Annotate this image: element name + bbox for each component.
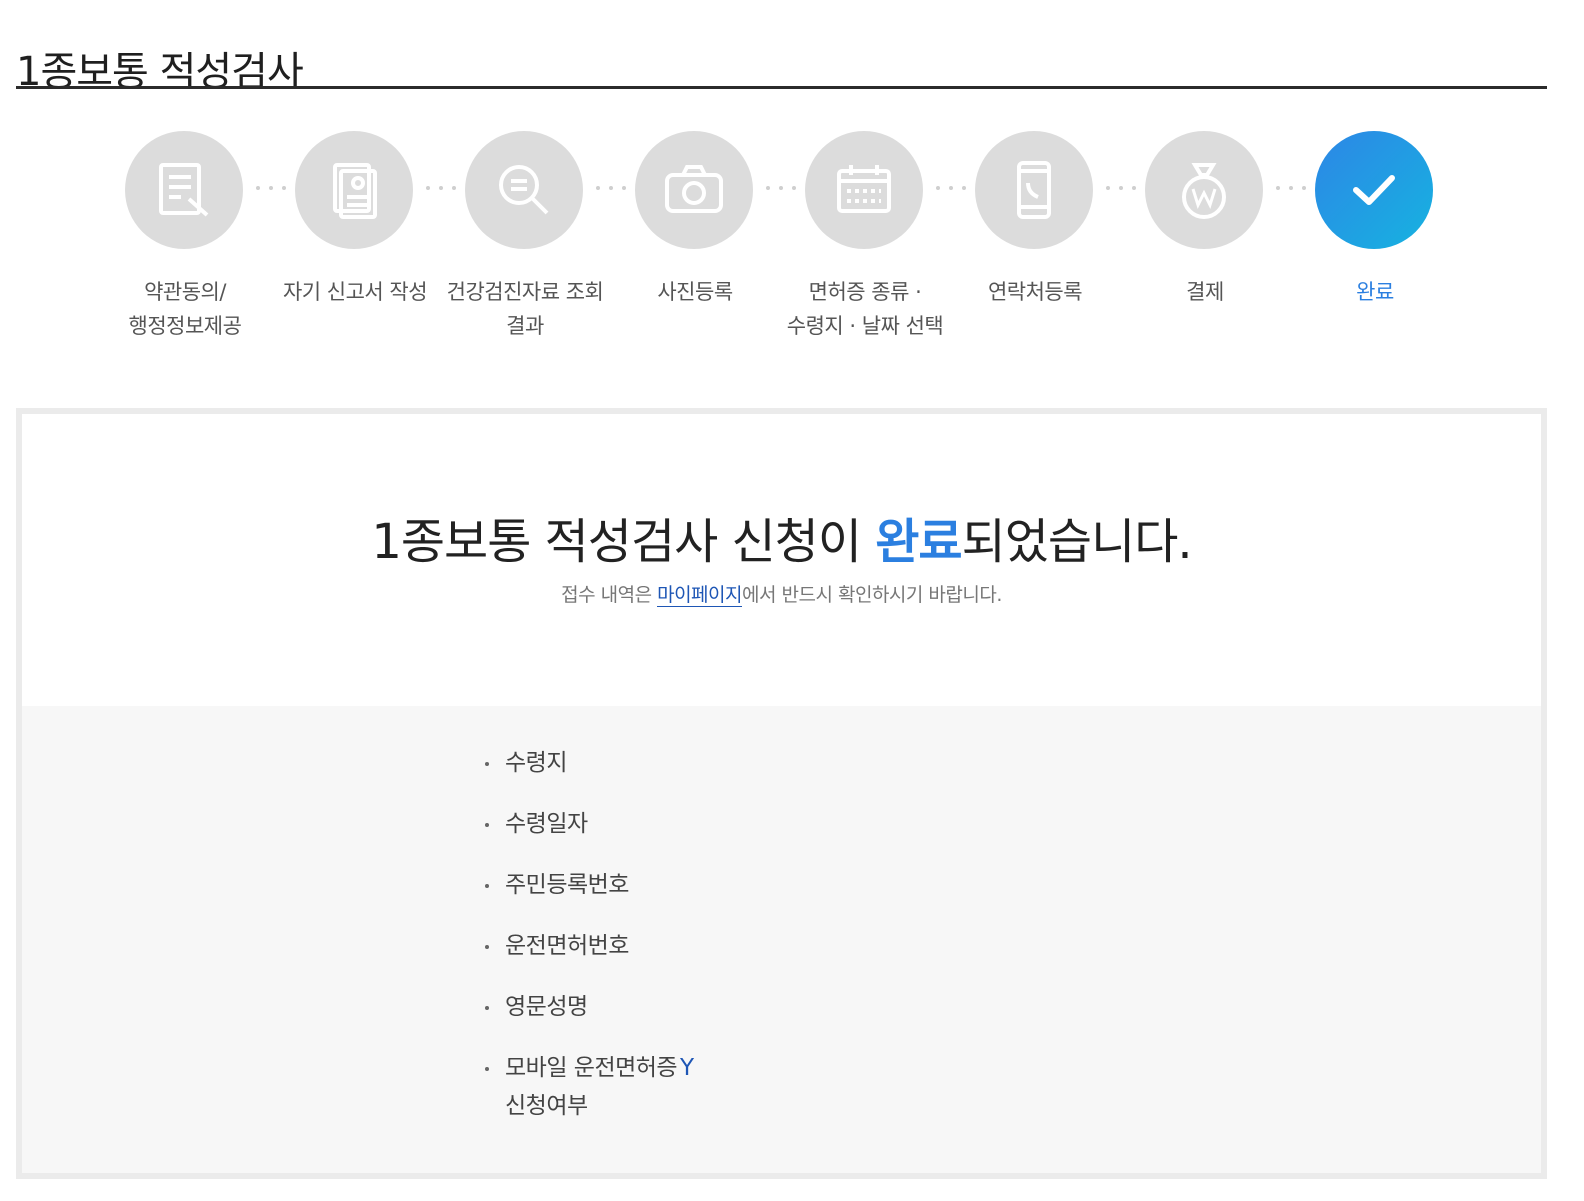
- summary-item-mobile-license: 모바일 운전면허증 신청여부 Y: [485, 1049, 695, 1119]
- step-connector: [1276, 186, 1306, 190]
- summary-item-receive-date: 수령일자: [485, 805, 695, 866]
- mypage-link[interactable]: 마이페이지: [657, 584, 742, 607]
- headline-highlight: 완료: [875, 514, 962, 570]
- step-connector: [766, 186, 796, 190]
- summary-item-receive-place: 수령지: [485, 744, 695, 805]
- notice-text-end: 에서 반드시 확인하시기 바랍니다.: [742, 584, 1002, 606]
- step-connector: [596, 186, 626, 190]
- summary-list: 수령지 수령일자 주민등록번호 운전면허번호 영문성명 모바일 운전면허증 신청…: [485, 744, 695, 1119]
- summary-item-english-name: 영문성명: [485, 988, 695, 1049]
- summary-label: 주민등록번호: [505, 872, 629, 898]
- step-connector: [936, 186, 966, 190]
- summary-item-license-number: 운전면허번호: [485, 927, 695, 988]
- summary-value: Y: [680, 1055, 694, 1081]
- title-divider: [16, 86, 1547, 89]
- completion-panel: 1종보통 적성검사 신청이 완료되었습니다. 접수 내역은 마이페이지에서 반드…: [16, 408, 1547, 1179]
- id-document-icon: [295, 131, 413, 249]
- search-document-icon: [465, 131, 583, 249]
- completion-notice: 접수 내역은 마이페이지에서 반드시 확인하시기 바랍니다.: [22, 580, 1541, 607]
- summary-label: 영문성명: [505, 994, 588, 1020]
- step-label: 완료: [1356, 280, 1394, 304]
- summary-label: 수령일자: [505, 811, 588, 837]
- summary-item-resident-number: 주민등록번호: [485, 866, 695, 927]
- step-connector: [426, 186, 456, 190]
- summary-label: 운전면허번호: [505, 933, 629, 959]
- step-connector: [256, 186, 286, 190]
- camera-icon: [635, 131, 753, 249]
- summary-label: 수령지: [505, 750, 567, 776]
- step-connector: [1106, 186, 1136, 190]
- mobile-phone-icon: [975, 131, 1093, 249]
- notice-text: 접수 내역은: [561, 584, 658, 606]
- calendar-icon: [805, 131, 923, 249]
- headline-text-end: 되었습니다.: [961, 514, 1193, 570]
- headline-text: 1종보통 적성검사 신청이: [371, 514, 876, 570]
- application-summary: 수령지 수령일자 주민등록번호 운전면허번호 영문성명 모바일 운전면허증 신청…: [22, 706, 1541, 1173]
- check-icon: [1315, 131, 1433, 249]
- summary-label: 모바일 운전면허증 신청여부: [505, 1055, 678, 1119]
- document-pen-icon: [125, 131, 243, 249]
- completion-headline: 1종보통 적성검사 신청이 완료되었습니다.: [22, 502, 1541, 572]
- money-bag-icon: [1145, 131, 1263, 249]
